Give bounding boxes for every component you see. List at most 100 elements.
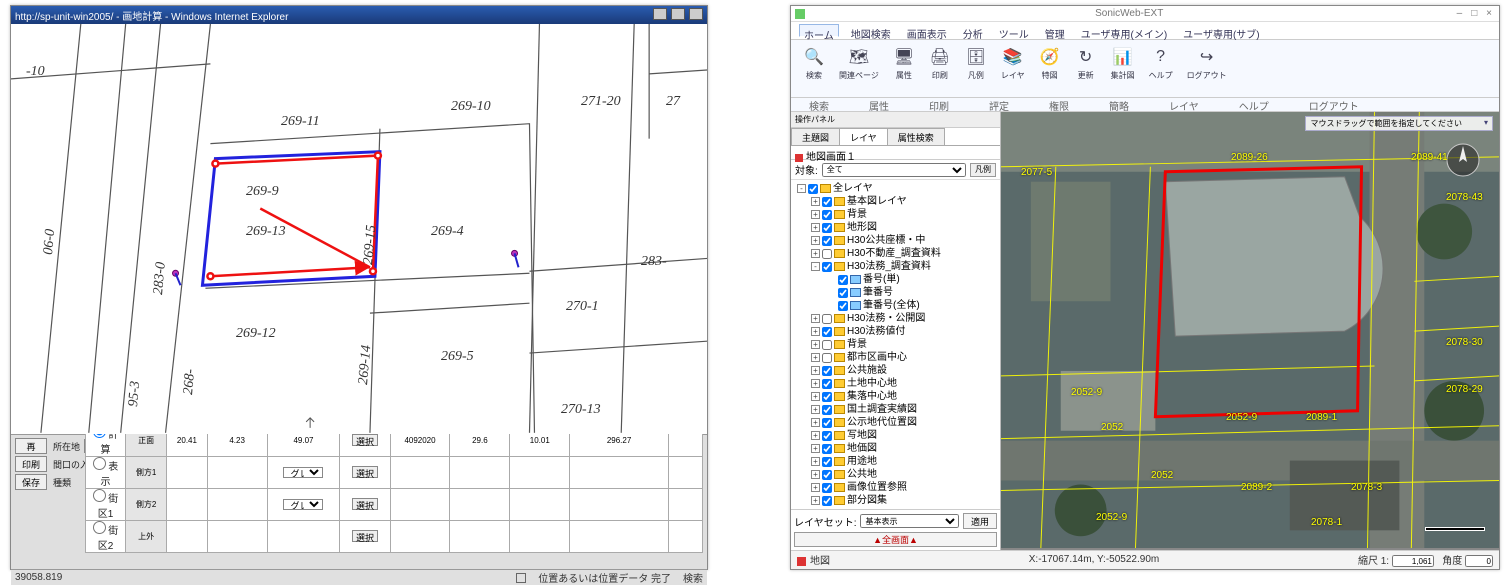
trace-button[interactable]: 再 xyxy=(15,438,47,454)
layer-checkbox[interactable] xyxy=(822,444,832,454)
expander-icon[interactable]: + xyxy=(811,418,820,427)
tree-folder[interactable]: +土地中心地 xyxy=(793,377,998,390)
ribbon-button[interactable]: 🗄凡例 xyxy=(961,44,991,93)
close-button[interactable]: × xyxy=(1483,8,1495,18)
tree-folder[interactable]: +地形図 xyxy=(793,221,998,234)
layer-checkbox[interactable] xyxy=(822,236,832,246)
print-button[interactable]: 印刷 xyxy=(15,456,47,472)
expander-icon[interactable]: + xyxy=(811,457,820,466)
ribbon-button[interactable]: 🗺関連ページ xyxy=(835,44,883,93)
tree-folder[interactable]: -全レイヤ xyxy=(793,182,998,195)
apply-button[interactable]: 適用 xyxy=(963,513,997,529)
select-row-button[interactable]: 選択 xyxy=(352,498,378,510)
tree-folder[interactable]: +H30公共座標・中 xyxy=(793,234,998,247)
side-tab[interactable]: 属性検索 xyxy=(887,128,945,145)
tree-folder[interactable]: +H30不動産_調査資料 xyxy=(793,247,998,260)
scale-input[interactable] xyxy=(1392,555,1434,567)
expander-icon[interactable]: + xyxy=(811,405,820,414)
expander-icon[interactable]: + xyxy=(811,379,820,388)
layerset-select[interactable]: 基本表示 xyxy=(860,514,959,528)
expander-icon[interactable]: + xyxy=(811,210,820,219)
gray-select[interactable]: グレー xyxy=(283,499,323,510)
tree-folder[interactable]: +画像位置参照 xyxy=(793,481,998,494)
layer-checkbox[interactable] xyxy=(822,431,832,441)
expander-icon[interactable]: + xyxy=(811,236,820,245)
ribbon-tab[interactable]: ユーザ専用(メイン) xyxy=(1077,24,1171,37)
side-tab[interactable]: 主題図 xyxy=(791,128,840,145)
layer-checkbox[interactable] xyxy=(838,275,848,285)
tree-folder[interactable]: +公共地 xyxy=(793,468,998,481)
ribbon-tab[interactable]: 管理 xyxy=(1041,24,1069,37)
expander-icon[interactable]: + xyxy=(811,353,820,362)
expander-icon[interactable]: + xyxy=(811,249,820,258)
layer-checkbox[interactable] xyxy=(822,392,832,402)
filter-select[interactable]: 全て xyxy=(822,163,966,177)
ribbon-tab[interactable]: ホーム xyxy=(799,24,839,37)
tree-folder[interactable]: +部分図集 xyxy=(793,494,998,507)
radio-gaiku2[interactable] xyxy=(93,521,106,534)
tree-folder[interactable]: +公示地代位置図 xyxy=(793,416,998,429)
gray-select[interactable]: グレー xyxy=(283,467,323,478)
expander-icon[interactable]: + xyxy=(811,223,820,232)
expander-icon[interactable]: - xyxy=(811,262,820,271)
expander-icon[interactable]: + xyxy=(811,470,820,479)
layer-checkbox[interactable] xyxy=(822,483,832,493)
ribbon-tab[interactable]: 画面表示 xyxy=(903,24,951,37)
legend-button[interactable]: 凡例 xyxy=(970,163,996,177)
expander-icon[interactable]: + xyxy=(811,444,820,453)
ribbon-button[interactable]: 🧭特図 xyxy=(1035,44,1065,93)
layer-checkbox[interactable] xyxy=(822,340,832,350)
expander-icon[interactable]: + xyxy=(811,340,820,349)
close-button[interactable] xyxy=(689,8,703,20)
minimize-button[interactable]: – xyxy=(1453,8,1465,18)
select-row-button[interactable]: 選択 xyxy=(352,434,378,446)
ribbon-button[interactable]: 🖥属性 xyxy=(889,44,919,93)
ie-titlebar[interactable]: http://sp-unit-win2005/ - 画地計算 - Windows… xyxy=(11,6,707,24)
layer-checkbox[interactable] xyxy=(822,405,832,415)
cadastral-map[interactable]: -10269-11269-10271-2027269-9269-13269-15… xyxy=(11,24,707,434)
tree-folder[interactable]: +集落中心地 xyxy=(793,390,998,403)
tree-folder[interactable]: +基本図レイヤ xyxy=(793,195,998,208)
radio-hyoji[interactable] xyxy=(93,457,106,470)
tree-folder[interactable]: -H30法務_調査資料 xyxy=(793,260,998,273)
tree-folder[interactable]: +H30法務・公開図 xyxy=(793,312,998,325)
maximize-button[interactable]: □ xyxy=(1468,8,1480,18)
app-titlebar[interactable]: SonicWeb-EXT – □ × xyxy=(791,6,1499,22)
tree-folder[interactable]: +国土調査実績図 xyxy=(793,403,998,416)
ribbon-tab[interactable]: 分析 xyxy=(959,24,987,37)
tree-folder[interactable]: +地価図 xyxy=(793,442,998,455)
select-row-button[interactable]: 選択 xyxy=(352,466,378,478)
ribbon-button[interactable]: 📊集計図 xyxy=(1107,44,1139,93)
tree-layer[interactable]: 筆番号(全体) xyxy=(793,299,998,312)
tree-folder[interactable]: +公共施設 xyxy=(793,364,998,377)
ribbon-button[interactable]: 📚レイヤ xyxy=(997,44,1029,93)
tree-layer[interactable]: 筆番号 xyxy=(793,286,998,299)
ribbon-tab[interactable]: ユーザ専用(サブ) xyxy=(1179,24,1263,37)
expander-icon[interactable]: + xyxy=(811,496,820,505)
fullscreen-button[interactable]: ▲全画面▲ xyxy=(794,532,997,547)
tree-folder[interactable]: +H30法務値付 xyxy=(793,325,998,338)
layer-checkbox[interactable] xyxy=(822,197,832,207)
map-hint[interactable]: マウスドラッグで範囲を指定してください xyxy=(1305,116,1493,131)
layer-checkbox[interactable] xyxy=(822,223,832,233)
maximize-button[interactable] xyxy=(671,8,685,20)
layer-checkbox[interactable] xyxy=(838,301,848,311)
ribbon-tab[interactable]: 地図検索 xyxy=(847,24,895,37)
tree-layer[interactable]: 番号(単) xyxy=(793,273,998,286)
layer-checkbox[interactable] xyxy=(822,262,832,272)
ribbon-button[interactable]: ↻更新 xyxy=(1071,44,1101,93)
layer-checkbox[interactable] xyxy=(822,418,832,428)
tree-folder[interactable]: +写地図 xyxy=(793,429,998,442)
expander-icon[interactable]: + xyxy=(811,431,820,440)
expander-icon[interactable]: + xyxy=(811,314,820,323)
layer-tree[interactable]: -全レイヤ+基本図レイヤ+背景+地形図+H30公共座標・中+H30不動産_調査資… xyxy=(791,180,1000,509)
ribbon-button[interactable]: 🔍検索 xyxy=(799,44,829,93)
rotation-input[interactable] xyxy=(1465,555,1493,567)
tree-folder[interactable]: +都市区画中心 xyxy=(793,351,998,364)
tree-folder[interactable]: +背景 xyxy=(793,208,998,221)
expander-icon[interactable]: + xyxy=(811,366,820,375)
expander-icon[interactable]: + xyxy=(811,392,820,401)
ribbon-button[interactable]: 🖨印刷 xyxy=(925,44,955,93)
layer-checkbox[interactable] xyxy=(822,210,832,220)
layer-checkbox[interactable] xyxy=(808,184,818,194)
